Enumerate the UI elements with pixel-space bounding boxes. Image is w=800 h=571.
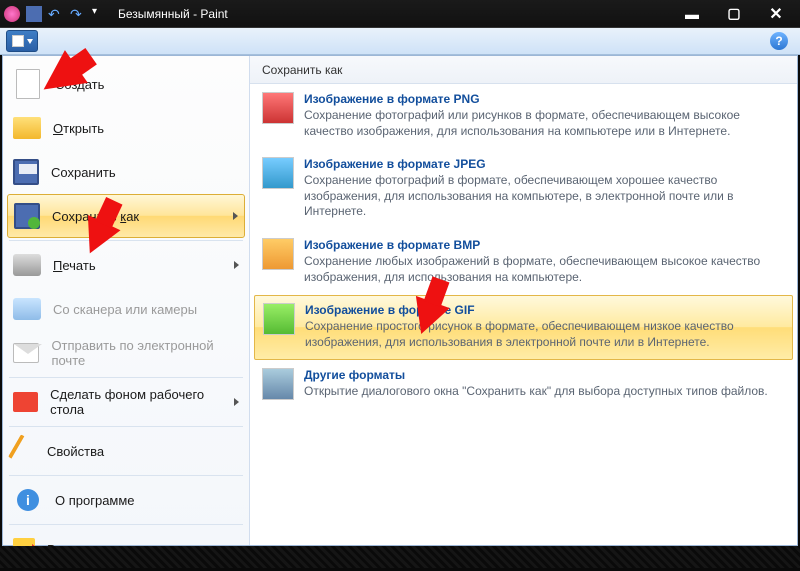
maximize-button[interactable]: ▢ xyxy=(714,4,754,24)
submenu-header: Сохранить как xyxy=(250,56,797,84)
desktop-icon xyxy=(13,392,38,412)
format-desc: Сохранение фотографий или рисунков в фор… xyxy=(304,108,785,139)
separator xyxy=(9,426,243,427)
format-title: Изображение в формате GIF xyxy=(305,303,784,317)
format-option-png[interactable]: Изображение в формате PNG Сохранение фот… xyxy=(250,84,797,149)
format-title: Изображение в формате PNG xyxy=(304,92,785,106)
gif-file-icon xyxy=(263,303,295,335)
quick-access-toolbar: ↶ ↷ ▾ xyxy=(4,6,108,22)
file-menu-panel: Создать Открыть Сохранить Сохранить как … xyxy=(2,55,798,546)
jpeg-file-icon xyxy=(262,157,294,189)
format-desc: Сохранение простого рисунок в формате, о… xyxy=(305,319,784,350)
file-menu-left: Создать Открыть Сохранить Сохранить как … xyxy=(3,56,250,545)
separator xyxy=(9,475,243,476)
menu-label: Сделать фоном рабочего стола xyxy=(50,387,222,417)
menu-label: Отправить по электронной почте xyxy=(51,338,239,368)
document-icon xyxy=(12,35,24,47)
save-as-icon xyxy=(14,203,40,229)
save-icon[interactable] xyxy=(26,6,42,22)
menu-label: Открыть xyxy=(53,121,104,136)
format-option-other[interactable]: Другие форматы Открытие диалогового окна… xyxy=(250,360,797,410)
format-desc: Сохранение фотографий в формате, обеспеч… xyxy=(304,173,785,220)
other-formats-icon xyxy=(262,368,294,400)
background-texture xyxy=(0,546,800,568)
paint-app-icon xyxy=(4,6,20,22)
format-title: Изображение в формате JPEG xyxy=(304,157,785,171)
info-icon: i xyxy=(13,485,43,515)
save-as-submenu: Сохранить как Изображение в формате PNG … xyxy=(250,56,797,545)
menu-label: Со сканера или камеры xyxy=(53,302,197,317)
printer-icon xyxy=(13,254,41,276)
help-button[interactable]: ? xyxy=(770,32,788,50)
menu-label: Печать xyxy=(53,258,96,273)
chevron-right-icon xyxy=(234,261,239,269)
format-desc: Открытие диалогового окна "Сохранить как… xyxy=(304,384,768,400)
menu-item-open[interactable]: Открыть xyxy=(3,106,249,150)
minimize-button[interactable]: ▬ xyxy=(672,4,712,24)
menu-label: Сохранить xyxy=(51,165,116,180)
menu-item-properties[interactable]: Свойства xyxy=(3,429,249,473)
menu-item-email: Отправить по электронной почте xyxy=(3,331,249,375)
ribbon-strip: ? xyxy=(0,28,800,55)
mail-icon xyxy=(13,343,39,363)
chevron-right-icon xyxy=(234,398,239,406)
folder-open-icon xyxy=(13,117,41,139)
png-file-icon xyxy=(262,92,294,124)
menu-item-desktop-bg[interactable]: Сделать фоном рабочего стола xyxy=(3,380,249,424)
format-title: Изображение в формате BMP xyxy=(304,238,785,252)
separator xyxy=(9,377,243,378)
menu-item-print[interactable]: Печать xyxy=(3,243,249,287)
format-title: Другие форматы xyxy=(304,368,768,382)
separator xyxy=(9,240,243,241)
separator xyxy=(9,524,243,525)
format-option-jpeg[interactable]: Изображение в формате JPEG Сохранение фо… xyxy=(250,149,797,230)
redo-icon[interactable]: ↷ xyxy=(70,6,86,22)
menu-item-about[interactable]: i О программе xyxy=(3,478,249,522)
menu-item-save-as[interactable]: Сохранить как xyxy=(7,194,245,238)
menu-item-save[interactable]: Сохранить xyxy=(3,150,249,194)
file-menu-button[interactable] xyxy=(6,30,38,52)
close-button[interactable]: ✕ xyxy=(756,4,796,24)
format-option-gif[interactable]: Изображение в формате GIF Сохранение про… xyxy=(254,295,793,360)
window-title: Безымянный - Paint xyxy=(118,7,672,21)
help-icon: ? xyxy=(775,34,782,48)
format-option-bmp[interactable]: Изображение в формате BMP Сохранение люб… xyxy=(250,230,797,295)
menu-label: О программе xyxy=(55,493,135,508)
bmp-file-icon xyxy=(262,238,294,270)
title-bar: ↶ ↷ ▾ Безымянный - Paint ▬ ▢ ✕ xyxy=(0,0,800,28)
chevron-right-icon xyxy=(233,212,238,220)
check-icon xyxy=(8,434,40,468)
format-desc: Сохранение любых изображений в формате, … xyxy=(304,254,785,285)
window-controls: ▬ ▢ ✕ xyxy=(672,4,796,24)
caret-down-icon xyxy=(27,39,33,44)
menu-label: Свойства xyxy=(47,444,104,459)
undo-icon[interactable]: ↶ xyxy=(48,6,64,22)
qat-dropdown-icon[interactable]: ▾ xyxy=(92,6,108,22)
scanner-icon xyxy=(13,298,41,320)
menu-item-scanner: Со сканера или камеры xyxy=(3,287,249,331)
save-icon xyxy=(13,159,39,185)
